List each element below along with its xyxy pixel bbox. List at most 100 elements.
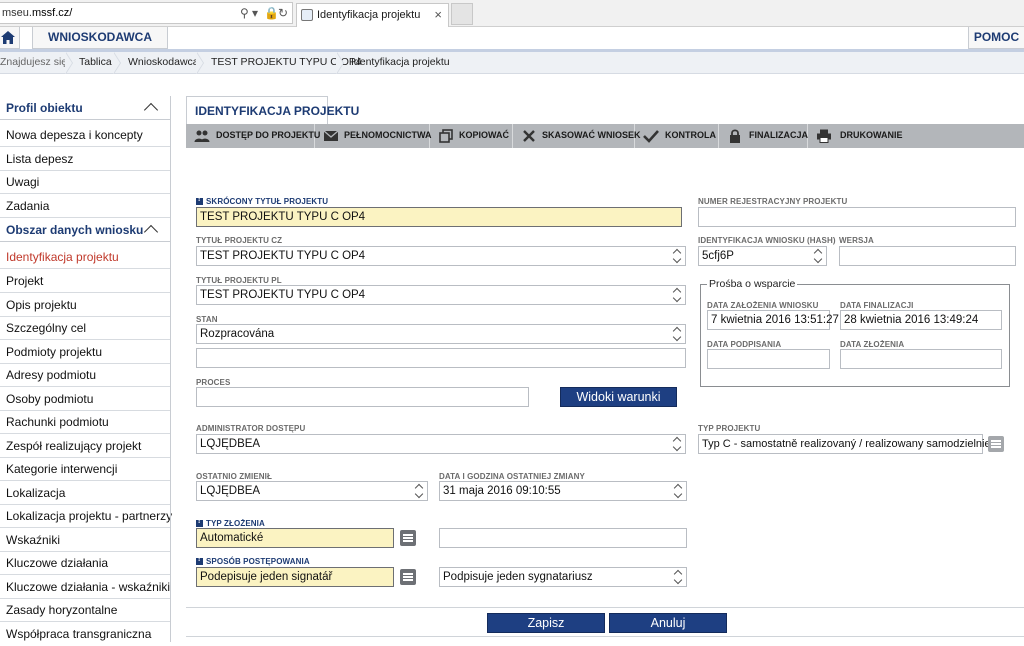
stepper-icon[interactable]	[674, 569, 683, 585]
refresh-icon[interactable]: ↻	[278, 6, 288, 20]
data-zlozenia-field[interactable]	[840, 349, 1002, 369]
browser-tab[interactable]: Identyfikacja projektu ×	[296, 3, 449, 27]
toolbar-kopiowac-button[interactable]: KOPIOWAĆ	[430, 124, 513, 148]
widoki-warunki-button[interactable]: Widoki warunki	[560, 387, 677, 407]
required-icon	[196, 556, 203, 565]
dropdown-icon[interactable]: ▾	[252, 6, 258, 20]
data-podpisania-field[interactable]	[707, 349, 830, 369]
sidebar-item-projekt[interactable]: Projekt	[0, 269, 170, 293]
administrator-label: ADMINISTRATOR DOSTĘPU	[196, 424, 306, 433]
sidebar-item-kategorie[interactable]: Kategorie interwencji	[0, 457, 170, 481]
ostatnio-zmienil-field[interactable]: LQJĘDBEA	[196, 481, 428, 501]
sidebar-item-wspolpraca[interactable]: Współpraca transgraniczna	[0, 622, 170, 646]
cancel-button[interactable]: Anuluj	[609, 613, 727, 633]
tytul-cz-field[interactable]: TEST PROJEKTU TYPU C OP4	[196, 246, 686, 266]
sidebar-item-uwagi[interactable]: Uwagi	[0, 170, 170, 194]
wersja-field[interactable]	[839, 246, 1016, 266]
sposob-field[interactable]: Podepisuje jeden signatář	[196, 567, 394, 587]
app-header: WNIOSKODAWCA POMOC	[0, 27, 1024, 49]
sidebar-item-lokalizacja[interactable]: Lokalizacja	[0, 481, 170, 505]
printer-icon	[817, 129, 831, 143]
typ-zlozenia-secondary-field[interactable]	[439, 528, 687, 548]
ident-hash-field[interactable]: 5cfj6P	[698, 246, 827, 266]
copy-icon	[439, 129, 453, 143]
sidebar-item-kluczowe-dzialania[interactable]: Kluczowe działania	[0, 551, 170, 575]
stepper-icon[interactable]	[673, 436, 682, 452]
data-zalozenia-field[interactable]: 7 kwietnia 2016 13:51:27	[707, 310, 839, 330]
data-finalizacji-label: DATA FINALIZACJI	[840, 301, 914, 310]
sidebar-item-zadania[interactable]: Zadania	[0, 194, 170, 218]
chevron-up-icon[interactable]	[143, 102, 159, 118]
sidebar-item-kluczowe-wskazniki[interactable]: Kluczowe działania - wskaźniki	[0, 575, 170, 599]
stepper-icon[interactable]	[415, 483, 424, 499]
list-icon[interactable]	[988, 436, 1004, 452]
sidebar: Profil obiektu Nowa depesza i koncepty L…	[0, 96, 172, 642]
toolbar: DOSTĘP DO PROJEKTU PEŁNOMOCNICTWA KOPIOW…	[186, 124, 1024, 148]
help-button[interactable]: POMOC	[968, 27, 1024, 49]
breadcrumb-item-wnioskodawca[interactable]: Wnioskodawca	[128, 52, 199, 74]
stepper-icon[interactable]	[673, 248, 682, 264]
sidebar-item-szczegolny-cel[interactable]: Szczególny cel	[0, 316, 170, 340]
stepper-icon[interactable]	[673, 287, 682, 303]
sidebar-item-opis[interactable]: Opis projektu	[0, 293, 170, 317]
data-finalizacji-field[interactable]: 28 kwietnia 2016 13:49:24	[840, 310, 1002, 330]
typ-zlozenia-field[interactable]: Automatické	[196, 528, 394, 548]
sidebar-section-profil[interactable]: Profil obiektu	[0, 96, 170, 120]
breadcrumb-item-tablica[interactable]: Tablica	[79, 52, 112, 74]
chevron-up-icon[interactable]	[143, 224, 159, 240]
stepper-icon[interactable]	[814, 248, 823, 264]
page-favicon-icon	[301, 9, 313, 21]
stepper-icon[interactable]	[674, 483, 683, 499]
toolbar-dostep-button[interactable]: DOSTĘP DO PROJEKTU	[186, 124, 320, 148]
stan-field[interactable]: Rozpracována	[196, 324, 686, 344]
sidebar-item-rachunki[interactable]: Rachunki podmiotu	[0, 410, 170, 434]
sidebar-item-lista-depesz[interactable]: Lista depesz	[0, 147, 170, 171]
typ-projektu-field[interactable]: Typ C - samostatně realizovaný / realizo…	[698, 434, 991, 454]
sidebar-item-lokalizacja-partnerzy[interactable]: Lokalizacja projektu - partnerzy	[0, 504, 172, 528]
sidebar-item-identyfikacja[interactable]: Identyfikacja projektu	[0, 245, 170, 269]
stepper-icon[interactable]	[673, 326, 682, 342]
ident-hash-label: IDENTYFIKACJA WNIOSKU (HASH)	[698, 236, 836, 245]
sidebar-item-zasady[interactable]: Zasady horyzontalne	[0, 598, 170, 622]
numer-rej-label: NUMER REJESTRACYJNY PROJEKTU	[698, 197, 848, 206]
toolbar-drukowanie-button[interactable]: DRUKOWANIE	[808, 124, 903, 148]
sidebar-item-zespol[interactable]: Zespół realizujący projekt	[0, 434, 170, 458]
skrocony-tytul-field[interactable]: TEST PROJEKTU TYPU C OP4	[196, 207, 682, 227]
sidebar-item-adresy[interactable]: Adresy podmiotu	[0, 363, 170, 387]
url-text: mseu.mssf.cz/	[2, 7, 73, 19]
list-icon[interactable]	[400, 569, 416, 585]
save-button[interactable]: Zapisz	[487, 613, 605, 633]
list-icon[interactable]	[400, 530, 416, 546]
search-icon[interactable]: ⚲	[240, 6, 249, 20]
toolbar-finalizacja-button[interactable]: FINALIZACJA	[719, 124, 808, 148]
administrator-field[interactable]: LQJĘDBEA	[196, 434, 686, 454]
group-title: Prośba o wsparcie	[707, 278, 798, 290]
home-button[interactable]	[0, 27, 20, 49]
sidebar-item-nowa-depesza[interactable]: Nowa depesza i koncepty	[0, 123, 170, 147]
close-tab-icon[interactable]: ×	[434, 7, 442, 22]
data-zmiany-field[interactable]: 31 maja 2016 09:10:55	[439, 481, 687, 501]
sidebar-item-osoby[interactable]: Osoby podmiotu	[0, 387, 170, 411]
sidebar-section-obszar[interactable]: Obszar danych wniosku	[0, 218, 170, 242]
sposob-secondary-field[interactable]: Podpisuje jeden sygnatariusz	[439, 567, 687, 587]
toolbar-kontrola-button[interactable]: KONTROLA	[635, 124, 719, 148]
lock-icon: 🔒	[264, 6, 279, 20]
footer-divider	[186, 636, 1024, 637]
typ-zlozenia-label: TYP ZŁOŻENIA	[196, 518, 265, 528]
toolbar-skasowac-button[interactable]: SKASOWAĆ WNIOSEK	[513, 124, 641, 148]
new-tab-button[interactable]	[451, 3, 473, 25]
sidebar-item-podmioty[interactable]: Podmioty projektu	[0, 340, 170, 364]
stan-secondary-field[interactable]	[196, 348, 686, 368]
tab-identyfikacja-projektu[interactable]: IDENTYFIKACJA PROJEKTU	[186, 96, 359, 124]
breadcrumb-item-current: Identyfikacja projektu	[351, 56, 450, 68]
tytul-pl-field[interactable]: TEST PROJEKTU TYPU C OP4	[196, 285, 686, 305]
address-bar[interactable]: mseu.mssf.cz/ ⚲ ▾ 🔒 ↻	[0, 2, 293, 24]
data-podpisania-label: DATA PODPISANIA	[707, 340, 782, 349]
check-icon	[643, 130, 659, 143]
home-icon	[1, 31, 15, 44]
sidebar-item-wskazniki[interactable]: Wskaźniki	[0, 528, 170, 552]
proces-field[interactable]	[196, 387, 529, 407]
numer-rej-field[interactable]	[698, 207, 1016, 227]
toolbar-pelnomocnictwa-button[interactable]: PEŁNOMOCNICTWA	[315, 124, 432, 148]
wnioskodawca-button[interactable]: WNIOSKODAWCA	[32, 27, 168, 49]
